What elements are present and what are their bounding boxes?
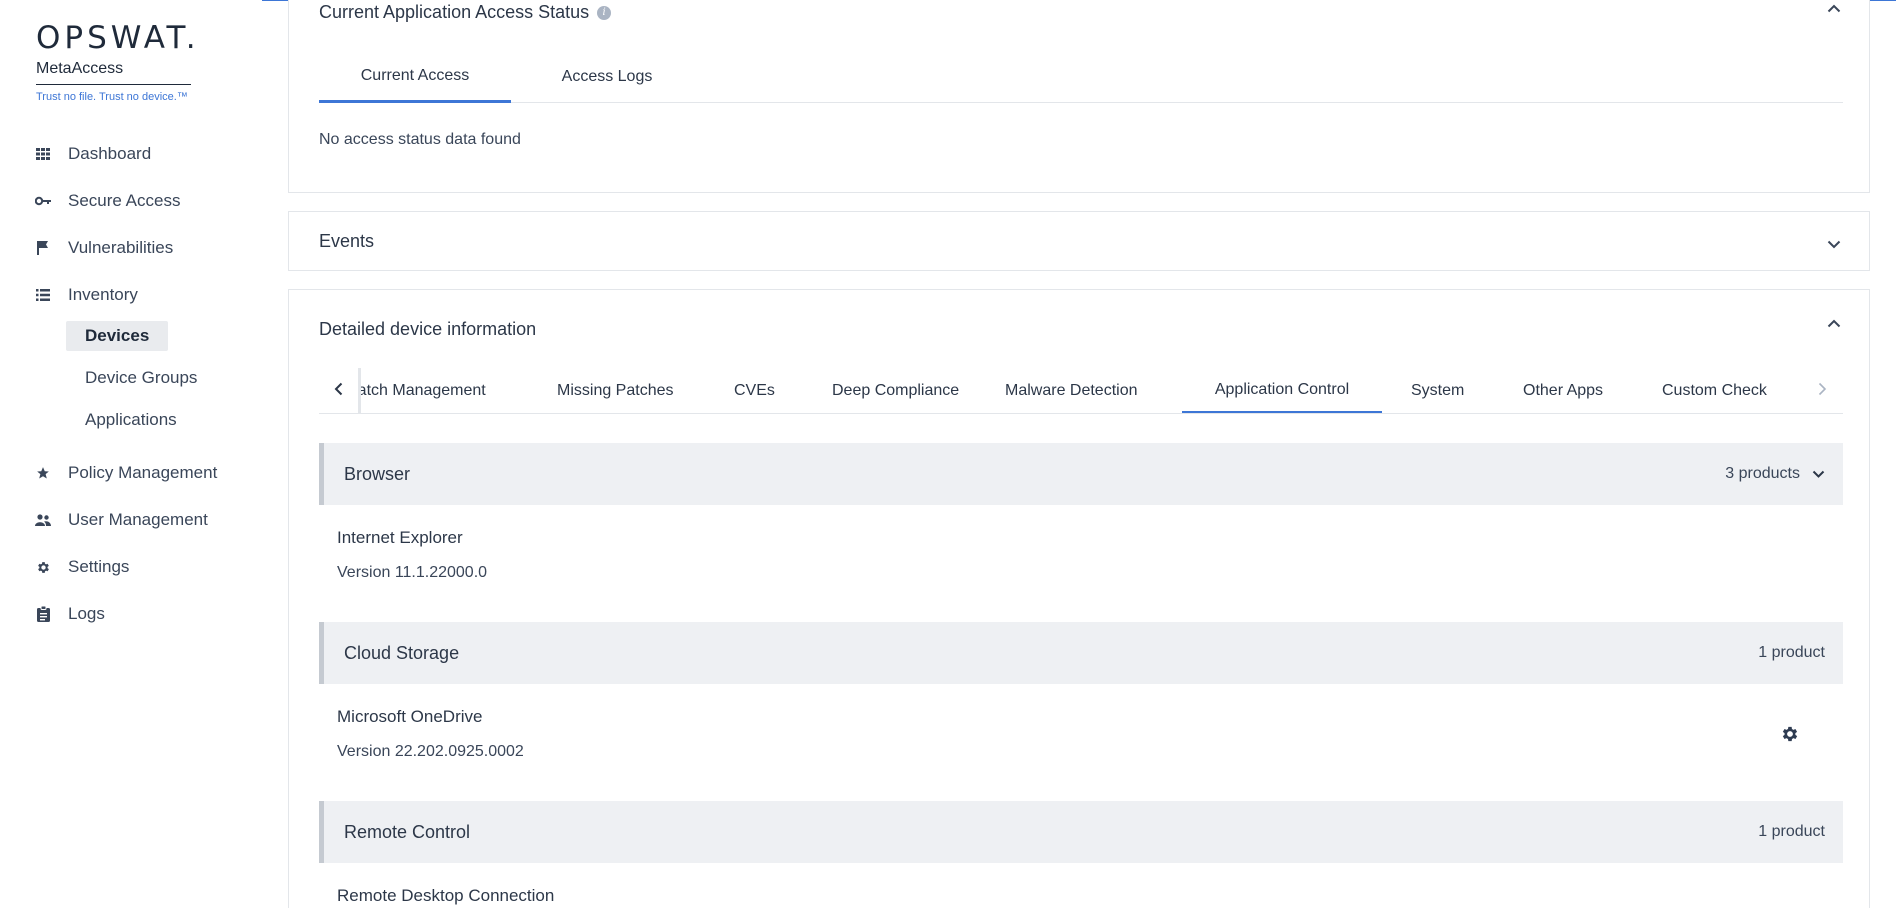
tab-custom-check[interactable]: Custom Check (1662, 368, 1767, 413)
brand-tagline: Trust no file. Trust no device.™ (36, 91, 188, 103)
sidebar-subitem-applications[interactable]: Applications (66, 405, 196, 435)
access-status-header[interactable]: Current Application Access Status i (319, 2, 612, 23)
info-icon[interactable]: i (597, 5, 612, 20)
chevron-left-icon (334, 382, 343, 401)
tab-system[interactable]: System (1411, 368, 1464, 413)
brand: OPSWAT. MetaAccess Trust no file. Trust … (36, 22, 200, 104)
app-version: Version 11.1.22000.0 (337, 564, 488, 581)
group-header-remote-control[interactable]: Remote Control 1 product (319, 801, 1843, 863)
access-status-panel: Current Application Access Status i Curr… (288, 0, 1870, 193)
events-header[interactable]: Events (319, 231, 374, 252)
events-panel: Events (288, 211, 1870, 271)
sidebar-item-vulnerabilities[interactable]: Vulnerabilities (34, 234, 173, 262)
flag-icon (34, 239, 52, 257)
group-count: 3 products (1725, 465, 1825, 483)
app-settings-gear-icon[interactable] (1779, 723, 1801, 745)
device-info-header[interactable]: Detailed device information (319, 319, 536, 340)
sidebar-item-logs[interactable]: Logs (34, 600, 105, 628)
tab-deep-compliance[interactable]: Deep Compliance (832, 368, 959, 413)
sidebar-item-label: Policy Management (68, 463, 218, 482)
group-name: Cloud Storage (344, 642, 460, 663)
people-icon (34, 511, 52, 529)
tab-access-logs[interactable]: Access Logs (511, 51, 703, 103)
sidebar-item-policy-management[interactable]: Policy Management (34, 459, 217, 487)
sidebar-item-label: Vulnerabilities (68, 238, 174, 257)
clipboard-icon (34, 605, 52, 623)
access-tabs: Current Access Access Logs (319, 51, 1843, 103)
tabs-scroll-left-button[interactable] (319, 368, 361, 413)
sidebar-item-label: User Management (68, 510, 208, 529)
app-name: Microsoft OneDrive (337, 707, 483, 726)
sidebar-subitem-device-groups[interactable]: Device Groups (66, 363, 216, 393)
group-header-browser[interactable]: Browser 3 products (319, 443, 1843, 505)
sidebar-subitem-devices[interactable]: Devices (66, 321, 169, 351)
chevron-right-icon (1818, 382, 1827, 401)
sidebar-item-settings[interactable]: Settings (34, 553, 129, 581)
sidebar: OPSWAT. MetaAccess Trust no file. Trust … (0, 0, 262, 908)
empty-access-message: No access status data found (319, 131, 521, 148)
chevron-up-icon[interactable] (1825, 0, 1843, 17)
sidebar-item-label: Logs (68, 604, 105, 623)
sidebar-item-label: Settings (68, 557, 130, 576)
panel-title: Current Application Access Status (319, 2, 590, 22)
app-version: Version 22.202.0925.0002 (337, 743, 524, 760)
tab-cves[interactable]: CVEs (734, 368, 775, 413)
group-header-cloud-storage[interactable]: Cloud Storage 1 product (319, 622, 1843, 684)
chevron-up-icon[interactable] (1825, 314, 1843, 332)
app-name: Internet Explorer (337, 528, 463, 547)
tab-other-apps[interactable]: Other Apps (1523, 368, 1603, 413)
sidebar-item-secure-access[interactable]: Secure Access (34, 187, 180, 215)
tab-current-access[interactable]: Current Access (319, 51, 511, 103)
tab-missing-patches[interactable]: Missing Patches (557, 368, 674, 413)
device-info-panel: Detailed device information Patch Manage… (288, 289, 1870, 908)
sidebar-item-user-management[interactable]: User Management (34, 506, 208, 534)
tab-malware-detection[interactable]: Malware Detection (1005, 368, 1138, 413)
device-info-tabs: Patch Management Missing Patches CVEs De… (319, 368, 1843, 414)
key-icon (34, 192, 52, 210)
product-count: 1 product (1758, 823, 1825, 840)
tab-application-control[interactable]: Application Control (1182, 368, 1382, 413)
list-icon (34, 286, 52, 304)
grid-icon (34, 145, 52, 163)
group-name: Browser (344, 463, 411, 484)
app-name: Remote Desktop Connection (337, 886, 555, 905)
sidebar-item-label: Inventory (68, 285, 138, 304)
opswat-logo: OPSWAT. (36, 20, 200, 56)
star-icon (34, 464, 52, 482)
product-count: 3 products (1725, 465, 1800, 482)
tab-patch-management[interactable]: Patch Management (347, 368, 486, 413)
product-name: MetaAccess (36, 60, 191, 85)
sidebar-item-inventory[interactable]: Inventory (34, 281, 138, 309)
group-name: Remote Control (344, 821, 471, 842)
product-count: 1 product (1758, 644, 1825, 661)
sidebar-item-label: Dashboard (68, 144, 152, 163)
sidebar-item-dashboard[interactable]: Dashboard (34, 140, 151, 168)
gear-icon (34, 558, 52, 576)
chevron-down-icon[interactable] (1812, 470, 1825, 478)
tabs-scroll-right-button[interactable] (1801, 368, 1843, 413)
chevron-down-icon[interactable] (1825, 235, 1843, 253)
sidebar-item-label: Secure Access (68, 191, 181, 210)
